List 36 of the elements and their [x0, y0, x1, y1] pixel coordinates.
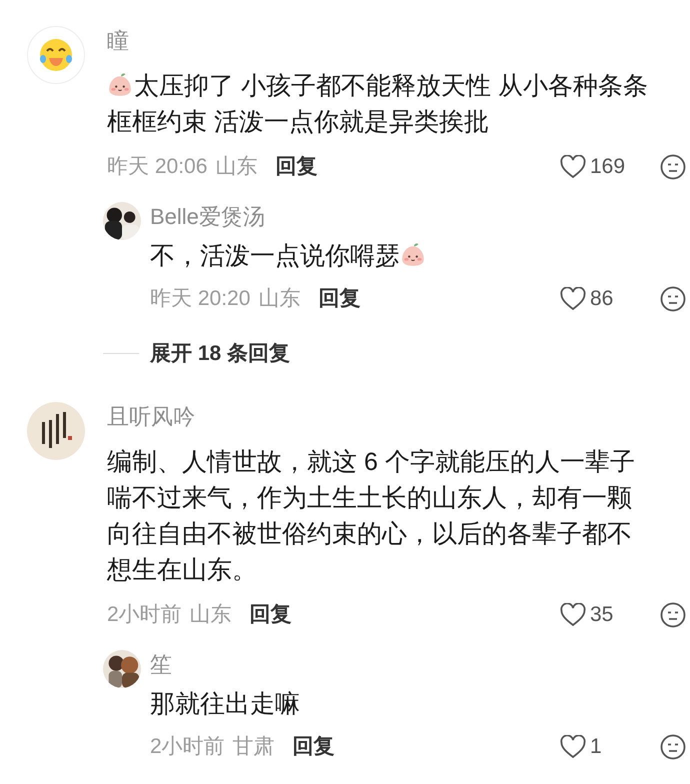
heart-icon: [560, 155, 586, 179]
comment-time: 2小时前: [107, 602, 182, 628]
heart-icon: [560, 734, 586, 758]
laughing-face-icon: [38, 37, 74, 73]
comment-location: 甘肃: [232, 734, 275, 760]
reply-button[interactable]: 回复: [318, 283, 360, 315]
dislike-button[interactable]: [660, 154, 686, 180]
heart-icon: [560, 602, 586, 626]
neutral-face-icon: [660, 286, 686, 312]
peach-face-icon: [107, 72, 133, 98]
like-button[interactable]: 169: [560, 151, 652, 183]
expand-replies-link[interactable]: 展开 18 条回复: [150, 338, 290, 370]
reply-button[interactable]: 回复: [250, 598, 292, 630]
like-button[interactable]: 35: [560, 598, 652, 630]
comment-location: 山东: [190, 602, 232, 628]
dislike-button[interactable]: [660, 286, 686, 312]
comment-text: 不，活泼一点说你嘚瑟: [150, 238, 690, 274]
comment-location: 山东: [258, 286, 300, 312]
reply-button[interactable]: 回复: [275, 151, 318, 183]
dislike-button[interactable]: [660, 602, 686, 628]
neutral-face-icon: [660, 734, 686, 760]
comment-text: 编制、人情世故，就这 6 个字就能压的人一辈子喘不过来气，作为土生土长的山东人，却有一颗向往自由不被世俗约束的心，以后的各辈子都不想生在山东。: [107, 446, 636, 586]
like-button[interactable]: 86: [560, 283, 652, 315]
comment-time: 昨天 20:06: [107, 154, 208, 180]
comment-text: 太压抑了 小孩子都不能释放天性 从小各种条条框框约束 活泼一点你就是异类挨批: [107, 71, 649, 138]
neutral-face-icon: [660, 602, 686, 628]
comment-text: 那就往出走嘛: [150, 688, 301, 720]
peach-face-icon: [400, 242, 426, 268]
dislike-button[interactable]: [660, 734, 686, 760]
neutral-face-icon: [660, 154, 686, 180]
comment-time: 2小时前: [150, 734, 225, 760]
reply-button[interactable]: 回复: [292, 730, 335, 762]
heart-icon: [560, 287, 586, 311]
like-button[interactable]: 1: [560, 730, 652, 762]
comment-location: 山东: [215, 154, 258, 180]
comment-time: 昨天 20:20: [150, 286, 250, 312]
